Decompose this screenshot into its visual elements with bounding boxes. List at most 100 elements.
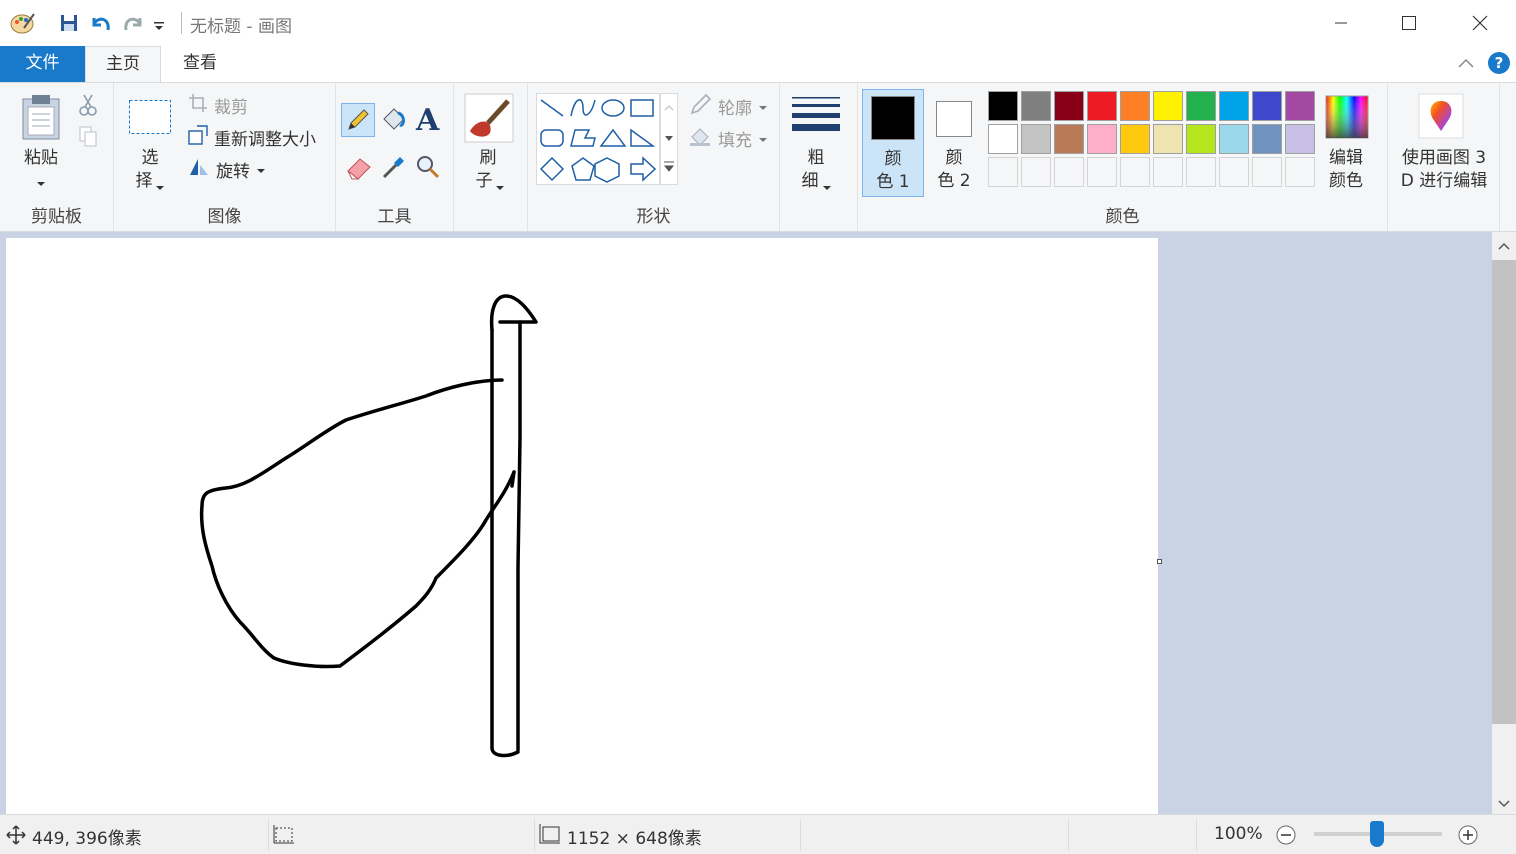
paint-app-icon[interactable]	[10, 8, 36, 38]
status-separator	[268, 819, 269, 851]
save-icon[interactable]	[56, 8, 82, 38]
size-label-1[interactable]: 粗	[794, 147, 838, 170]
select-dropdown-icon[interactable]	[155, 177, 165, 197]
palette-custom-slot[interactable]	[1285, 157, 1315, 187]
color-picker-icon[interactable]	[380, 153, 408, 186]
palette-swatch[interactable]	[1054, 124, 1084, 154]
line-size-icon[interactable]	[791, 95, 841, 144]
help-icon[interactable]: ?	[1488, 52, 1510, 74]
tools-group: A 工具	[336, 83, 454, 231]
status-separator	[534, 819, 535, 851]
palette-custom-slot[interactable]	[1021, 157, 1051, 187]
palette-custom-slot[interactable]	[1186, 157, 1216, 187]
fill-button[interactable]: 填充	[688, 125, 768, 152]
palette-swatch[interactable]	[1252, 124, 1282, 154]
tab-file[interactable]: 文件	[0, 46, 85, 82]
palette-swatch[interactable]	[1186, 124, 1216, 154]
customize-qat-icon[interactable]	[152, 8, 166, 38]
palette-swatch[interactable]	[1021, 124, 1051, 154]
paste-dropdown-icon[interactable]	[36, 173, 46, 193]
close-button[interactable]	[1446, 0, 1514, 46]
outline-button[interactable]: 轮廓	[688, 93, 768, 120]
color1-button[interactable]: 颜 色 1	[862, 89, 924, 197]
rotate-button[interactable]: 旋转	[188, 157, 266, 182]
rotate-label: 旋转	[216, 162, 250, 182]
select-icon[interactable]	[128, 99, 172, 140]
palette-swatch[interactable]	[1285, 91, 1315, 121]
shapes-scroll[interactable]	[660, 93, 678, 185]
tab-home[interactable]: 主页	[85, 46, 161, 83]
palette-custom-slot[interactable]	[1252, 157, 1282, 187]
palette-swatch[interactable]	[988, 91, 1018, 121]
eraser-icon[interactable]	[344, 153, 374, 186]
palette-custom-slot[interactable]	[1219, 157, 1249, 187]
copy-icon[interactable]	[78, 125, 98, 154]
drawing-strokes	[199, 294, 538, 758]
scroll-up-icon[interactable]	[1498, 238, 1510, 258]
tab-view[interactable]: 查看	[162, 46, 238, 82]
zoom-slider-thumb[interactable]	[1370, 821, 1384, 847]
palette-swatch[interactable]	[1054, 91, 1084, 121]
palette-swatch[interactable]	[988, 124, 1018, 154]
palette-swatch[interactable]	[1219, 91, 1249, 121]
select-label-1[interactable]: 选	[128, 147, 172, 170]
fill-bucket-icon[interactable]	[378, 105, 410, 140]
edit-colors-label-1[interactable]: 编辑	[1316, 147, 1376, 170]
paint3d-label-1[interactable]: 使用画图 3	[1390, 147, 1498, 170]
palette-custom-slot[interactable]	[1087, 157, 1117, 187]
window-title: 无标题 - 画图	[190, 17, 292, 37]
fill-dropdown-icon	[758, 129, 768, 149]
collapse-ribbon-icon[interactable]	[1456, 54, 1476, 79]
clipboard-group: 粘贴 剪贴板	[0, 83, 114, 231]
image-group-label: 图像	[207, 207, 242, 227]
edit-colors-label-2[interactable]: 颜色	[1316, 170, 1376, 193]
color1-label-2: 色 1	[876, 172, 910, 192]
cut-icon[interactable]	[78, 93, 98, 122]
paint3d-icon[interactable]	[1418, 93, 1464, 144]
edit-colors-icon[interactable]	[1325, 95, 1369, 144]
brush-icon[interactable]	[464, 93, 514, 148]
palette-swatch[interactable]	[1186, 91, 1216, 121]
palette-swatch[interactable]	[1285, 124, 1315, 154]
palette-custom-slot[interactable]	[1153, 157, 1183, 187]
palette-custom-slot[interactable]	[988, 157, 1018, 187]
palette-swatch[interactable]	[1252, 91, 1282, 121]
resize-icon	[188, 125, 208, 150]
scroll-down-icon[interactable]	[1498, 794, 1510, 814]
palette-swatch[interactable]	[1021, 91, 1051, 121]
vertical-scrollbar[interactable]	[1492, 232, 1516, 814]
paste-icon[interactable]	[20, 93, 62, 146]
palette-swatch[interactable]	[1120, 124, 1150, 154]
size-dropdown-icon[interactable]	[822, 177, 832, 197]
text-tool-icon[interactable]: A	[416, 103, 439, 138]
resize-button[interactable]: 重新调整大小	[188, 125, 316, 150]
paste-label[interactable]: 粘贴	[16, 147, 66, 170]
palette-custom-slot[interactable]	[1054, 157, 1084, 187]
palette-custom-slot[interactable]	[1120, 157, 1150, 187]
title-separator	[181, 12, 182, 34]
brush-dropdown-icon[interactable]	[495, 177, 505, 197]
magnifier-icon[interactable]	[414, 153, 442, 186]
undo-icon[interactable]	[88, 8, 114, 38]
palette-swatch[interactable]	[1087, 91, 1117, 121]
brush-label-1[interactable]: 刷	[466, 147, 510, 170]
scroll-thumb[interactable]	[1492, 260, 1516, 724]
pencil-icon[interactable]	[341, 103, 375, 137]
palette-swatch[interactable]	[1153, 91, 1183, 121]
color2-button[interactable]: 颜 色 2	[924, 89, 986, 197]
minimize-button[interactable]	[1307, 0, 1375, 46]
palette-swatch[interactable]	[1120, 91, 1150, 121]
paint3d-label-2[interactable]: D 进行编辑	[1390, 170, 1498, 193]
redo-icon[interactable]	[120, 8, 146, 38]
maximize-button[interactable]	[1375, 0, 1443, 46]
palette-swatch[interactable]	[1153, 124, 1183, 154]
colors-group: 颜 色 1 颜 色 2 编辑 颜色 颜色	[858, 83, 1388, 231]
palette-swatch[interactable]	[1219, 124, 1249, 154]
drawing-canvas[interactable]	[6, 238, 1158, 814]
crop-button[interactable]: 裁剪	[188, 93, 248, 118]
canvas-resize-handle[interactable]	[1157, 559, 1162, 564]
palette-swatch[interactable]	[1087, 124, 1117, 154]
zoom-in-button[interactable]	[1457, 824, 1479, 851]
outline-label: 轮廓	[718, 99, 752, 119]
zoom-out-button[interactable]	[1275, 824, 1297, 851]
